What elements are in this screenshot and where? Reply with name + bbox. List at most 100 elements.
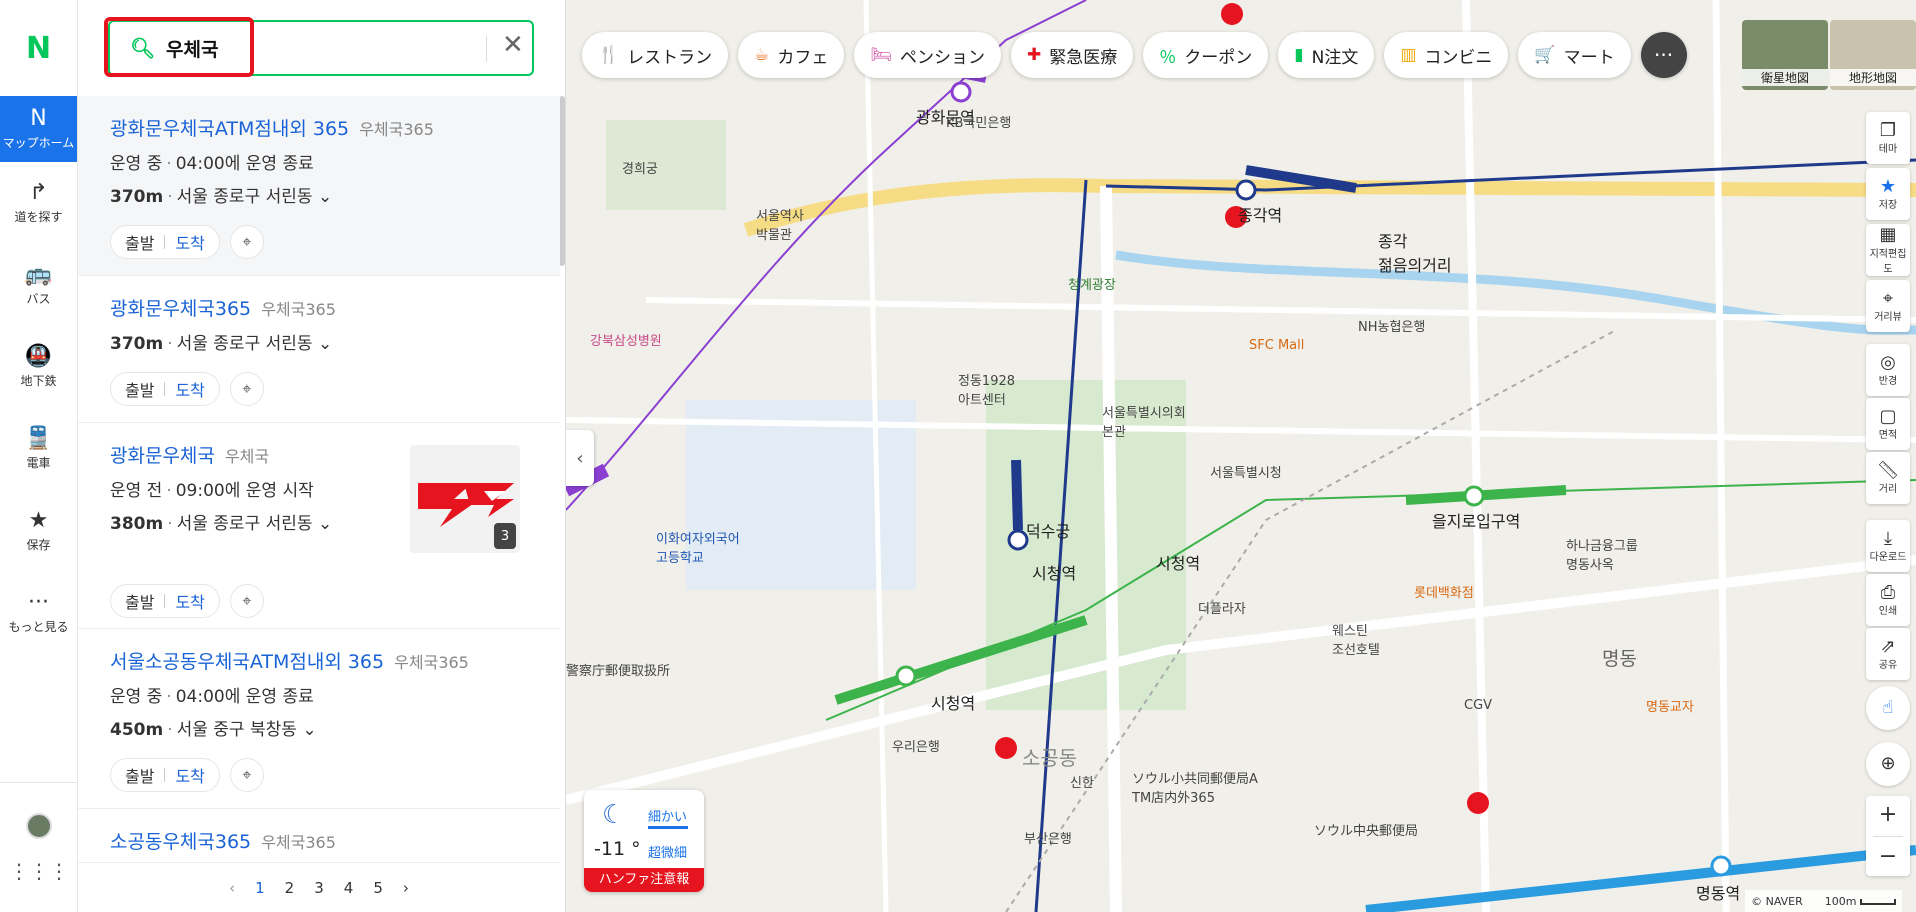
weather-widget[interactable]: ☾ -11 ° 細かい 超微細 ハンファ注意報 <box>584 790 704 892</box>
share-tool[interactable]: ⇗ 공유 <box>1866 628 1910 680</box>
nav-train[interactable]: 🚆 電車 <box>0 408 77 490</box>
location-pin-icon[interactable]: ⌖ <box>229 225 264 259</box>
map-label-lotte-dept[interactable]: 롯데백화점 <box>1414 582 1474 601</box>
map-label-kb-bank[interactable]: KB국민은행 <box>946 112 1011 131</box>
nav-saved[interactable]: ★ 保存 <box>0 490 77 572</box>
location-pin-icon[interactable]: ⌖ <box>229 372 264 406</box>
distance-tool[interactable]: 📏︎ 거리 <box>1866 452 1910 504</box>
map-canvas[interactable]: 경희궁 서울역사 박물관 광화문역 종각역 종각 젊음의거리 청계광장 덕수궁 … <box>566 0 1916 912</box>
result-address[interactable]: 서울 종로구 서린동 <box>177 334 313 354</box>
result-photo[interactable]: 3 <box>410 445 520 553</box>
page-1[interactable]: 1 <box>255 879 265 897</box>
map-label-deoksugung[interactable]: 덕수궁 <box>1026 518 1070 542</box>
cadastral-tool[interactable]: ▦ 지적편집도 <box>1866 224 1910 276</box>
map-label-seoul-central-post[interactable]: ソウル中央郵便局 <box>1314 820 1418 839</box>
map-label-jonggak-station[interactable]: 종각역 <box>1238 202 1282 226</box>
save-tool[interactable]: ★ 저장 <box>1866 168 1910 220</box>
page-5[interactable]: 5 <box>373 879 383 897</box>
map-label-cgv[interactable]: CGV <box>1464 698 1492 713</box>
chip-n-order[interactable]: ▮ N注文 <box>1278 32 1375 78</box>
map-label-seoul-council[interactable]: 서울특별시의회 본관 <box>1102 402 1186 440</box>
result-title[interactable]: 광화문우체국365 우체국365 <box>110 294 530 321</box>
result-item[interactable]: 광화문우체국365 우체국365 370m · 서울 종로구 서린동 ⌄ 출발 도착 … <box>78 276 560 423</box>
nav-more[interactable]: ··· もっと見る <box>0 572 77 654</box>
nav-map-home[interactable]: N マップホーム <box>0 96 77 162</box>
map-label-gyeonghuigung[interactable]: 경희궁 <box>622 158 658 177</box>
result-address-line[interactable]: 370m · 서울 종로구 서린동 ⌄ <box>110 329 530 354</box>
result-address[interactable]: 서울 중구 북창동 <box>177 720 297 740</box>
depart-button[interactable]: 출발 <box>125 377 154 401</box>
zoom-in-button[interactable]: + <box>1879 803 1897 827</box>
map-label-city-hall-station[interactable]: 시청역 <box>1156 550 1200 574</box>
map-label-the-plaza[interactable]: 더플라자 <box>1198 598 1246 617</box>
map-label-seoul-museum[interactable]: 서울역사 박물관 <box>756 205 804 243</box>
location-pin-icon[interactable]: ⌖ <box>229 758 264 792</box>
result-item[interactable]: 소공동우체국365 우체국365 <box>78 809 560 867</box>
result-address[interactable]: 서울 종로구 서린동 <box>177 187 313 207</box>
chip-emergency[interactable]: ✚ 緊急医療 <box>1011 32 1134 78</box>
result-name[interactable]: 광화문우체국365 <box>110 298 251 320</box>
my-location-button[interactable]: ⊕ <box>1866 742 1910 786</box>
map-label-euljiro-station[interactable]: 을지로입구역 <box>1432 508 1520 532</box>
prev-page-button[interactable]: ‹ <box>229 879 235 897</box>
map-label-shinhan[interactable]: 신한 <box>1070 772 1094 791</box>
chip-restaurant[interactable]: 🍴 レストラン <box>582 32 729 78</box>
nav-subway[interactable]: 🚇 地下鉄 <box>0 326 77 408</box>
result-title[interactable]: 광화문우체국ATM점내외 365 우체국365 <box>110 114 530 141</box>
translate-tool[interactable]: ☝ <box>1866 686 1910 730</box>
street-view-tool[interactable]: ⌖ 거리뷰 <box>1866 280 1910 332</box>
nav-directions[interactable]: ↱ 道を探す <box>0 162 77 244</box>
naver-logo[interactable]: N <box>0 0 77 96</box>
map-label-jonggak-street[interactable]: 종각 젊음의거리 <box>1378 228 1452 276</box>
result-name[interactable]: 서울소공동우체국ATM점내외 365 <box>110 651 384 673</box>
clear-icon[interactable]: ✕ <box>502 30 524 60</box>
map-label-busan-bank[interactable]: 부산은행 <box>1024 828 1072 847</box>
map-label-seoul-cityhall[interactable]: 서울특별시청 <box>1210 462 1282 481</box>
zoom-out-button[interactable]: − <box>1879 844 1897 869</box>
result-address[interactable]: 서울 종로구 서린동 <box>177 514 313 534</box>
result-title[interactable]: 서울소공동우체국ATM점내외 365 우체국365 <box>110 647 530 674</box>
result-item[interactable]: 광화문우체국 우체국 운영 전 · 09:00에 운영 시작 380m · 서울 종로구… <box>78 423 560 629</box>
map-label-sogongdong[interactable]: 소공동 <box>1022 742 1077 771</box>
radius-tool[interactable]: ◎ 반경 <box>1866 344 1910 396</box>
chip-mart[interactable]: 🛒 マート <box>1518 32 1631 78</box>
map-label-woori-bank[interactable]: 우리은행 <box>892 736 940 755</box>
chevron-down-icon[interactable]: ⌄ <box>318 514 332 534</box>
theme-tool[interactable]: ❐ 테마 <box>1866 112 1910 164</box>
chip-coupon[interactable]: ％ クーポン <box>1143 32 1269 78</box>
map-label-sogong-post-atm[interactable]: ソウル小共同郵便局A TM店内外365 <box>1132 768 1258 806</box>
page-4[interactable]: 4 <box>344 879 354 897</box>
chip-cafe[interactable]: ☕ カフェ <box>738 32 845 78</box>
result-name[interactable]: 광화문우체국 <box>110 445 215 467</box>
map-label-myeongdong-station[interactable]: 명동역 <box>1696 880 1740 904</box>
arrive-button[interactable]: 도착 <box>175 763 204 787</box>
page-2[interactable]: 2 <box>285 879 295 897</box>
chevron-down-icon[interactable]: ⌄ <box>318 334 332 354</box>
satellite-map-toggle[interactable]: 衛星地図 <box>1742 20 1828 90</box>
map-label-city-hall-station-3[interactable]: 시청역 <box>931 690 975 714</box>
collapse-panel-button[interactable]: ‹ <box>566 430 594 486</box>
depart-button[interactable]: 출발 <box>125 763 154 787</box>
chevron-down-icon[interactable]: ⌄ <box>318 187 332 207</box>
location-pin-icon[interactable]: ⌖ <box>229 584 264 618</box>
map-label-city-hall-station-2[interactable]: 시청역 <box>1032 560 1076 584</box>
result-address-line[interactable]: 450m · 서울 중구 북창동 ⌄ <box>110 715 530 740</box>
chip-more-button[interactable]: ··· <box>1640 32 1687 78</box>
depart-button[interactable]: 출발 <box>125 589 154 613</box>
map-label-ewha-school[interactable]: 이화여자외국어 고등학교 <box>656 528 740 566</box>
arrive-button[interactable]: 도착 <box>175 377 204 401</box>
depart-button[interactable]: 출발 <box>125 230 154 254</box>
map-label-jeongdong-1928[interactable]: 정동1928 아트센터 <box>958 370 1015 408</box>
map-label-cheonggye-plaza[interactable]: 청계광장 <box>1068 274 1116 293</box>
apps-grid-icon[interactable]: ⋮⋮⋮ <box>9 859 69 883</box>
weather-warning[interactable]: ハンファ注意報 <box>584 868 704 892</box>
download-tool[interactable]: ⤓ 다운로드 <box>1866 520 1910 572</box>
arrive-button[interactable]: 도착 <box>175 230 204 254</box>
result-address-line[interactable]: 370m · 서울 종로구 서린동 ⌄ <box>110 182 530 207</box>
result-item[interactable]: 서울소공동우체국ATM점내외 365 우체국365 운영 중 · 04:00에 운영… <box>78 629 560 809</box>
result-name[interactable]: 소공동우체국365 <box>110 831 251 853</box>
result-item[interactable]: 광화문우체국ATM점내외 365 우체국365 운영 중 · 04:00에 운영 종… <box>78 96 560 276</box>
map-label-nh-bank[interactable]: NH농협은행 <box>1358 316 1425 335</box>
next-page-button[interactable]: › <box>403 879 409 897</box>
chip-convenience[interactable]: ▥ コンビニ <box>1384 32 1509 78</box>
